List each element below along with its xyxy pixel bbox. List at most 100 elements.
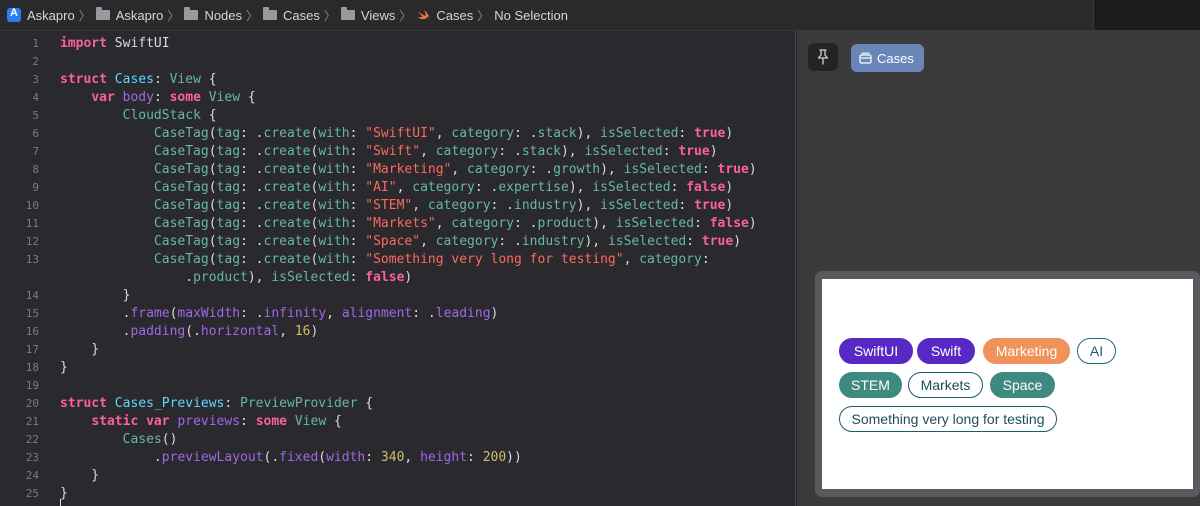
- code-token: "Space": [365, 234, 421, 249]
- code-line[interactable]: 14 }: [0, 287, 796, 305]
- case-tag-ai[interactable]: AI: [1077, 338, 1116, 364]
- code-token: create: [263, 216, 311, 231]
- code-line[interactable]: 10 CaseTag(tag: .create(with: "STEM", ca…: [0, 197, 796, 215]
- case-tag-swiftui[interactable]: SwiftUI: [839, 338, 913, 364]
- code-line[interactable]: 19: [0, 377, 796, 395]
- code-token: ): [709, 144, 718, 159]
- code-line[interactable]: 13 CaseTag(tag: .create(with: "Something…: [0, 251, 796, 269]
- code-line[interactable]: 1 import SwiftUI: [0, 35, 796, 53]
- line-number: 13: [25, 253, 39, 266]
- code-line[interactable]: 7 CaseTag(tag: .create(with: "Swift", ca…: [0, 143, 796, 161]
- case-tag-marketing[interactable]: Marketing: [983, 338, 1070, 364]
- code-line[interactable]: 5 CloudStack {: [0, 107, 796, 125]
- code-line[interactable]: 17 }: [0, 341, 796, 359]
- line-number: 23: [25, 451, 39, 464]
- code-line[interactable]: 18}: [0, 359, 796, 377]
- code-line[interactable]: 22 Cases(): [0, 431, 796, 449]
- code-token: tag: [216, 162, 241, 177]
- case-tag-space[interactable]: Space: [990, 372, 1055, 398]
- xcode-window: Askapro 〉 Askapro 〉 Nodes 〉 Cases 〉 View…: [0, 0, 1200, 506]
- breadcrumb-item-folder-askapro[interactable]: Askapro: [95, 7, 164, 23]
- code-token: false: [686, 180, 726, 195]
- case-tag-label: STEM: [851, 377, 890, 393]
- code-token: isSelected: [607, 234, 687, 249]
- code-line[interactable]: 24 }: [0, 467, 796, 485]
- code-token: true: [701, 234, 734, 249]
- code-token: static: [91, 414, 139, 429]
- code-token: import: [60, 36, 107, 51]
- code-token: : .: [514, 216, 538, 231]
- code-line[interactable]: 11 CaseTag(tag: .create(with: "Markets",…: [0, 215, 796, 233]
- chevron-right-icon: 〉: [477, 8, 490, 23]
- case-tag-something-very-long[interactable]: Something very long for testing: [839, 406, 1057, 432]
- code-text: .padding(.horizontal, 16): [60, 323, 319, 341]
- code-token: ,: [623, 252, 640, 267]
- code-line[interactable]: 8 CaseTag(tag: .create(with: "Marketing"…: [0, 161, 796, 179]
- code-line[interactable]: 16 .padding(.horizontal, 16): [0, 323, 796, 341]
- code-line[interactable]: 12 CaseTag(tag: .create(with: "Space", c…: [0, 233, 796, 251]
- preview-selector-button[interactable]: Cases: [851, 44, 924, 72]
- code-token: "Swift": [365, 144, 421, 159]
- code-line[interactable]: 25}: [0, 485, 796, 503]
- breadcrumb-label: Askapro: [115, 7, 164, 23]
- code-token: 16: [294, 324, 311, 339]
- code-text: CaseTag(tag: .create(with: "Markets", ca…: [60, 215, 757, 233]
- code-token: ): [725, 198, 734, 213]
- breadcrumb-item-file-cases[interactable]: Cases: [416, 8, 473, 23]
- code-token: ,: [404, 450, 421, 465]
- code-line[interactable]: 21 static var previews: some View {: [0, 413, 796, 431]
- case-tag-stem[interactable]: STEM: [839, 372, 902, 398]
- line-number: 18: [25, 361, 39, 374]
- code-token: (.: [263, 450, 280, 465]
- code-line[interactable]: 2: [0, 53, 796, 71]
- code-token: true: [694, 198, 726, 213]
- code-token: category: [427, 198, 491, 213]
- code-line[interactable]: 15 .frame(maxWidth: .infinity, alignment…: [0, 305, 796, 323]
- code-line[interactable]: 20 struct Cases_Previews: PreviewProvider…: [0, 395, 796, 413]
- code-token: :: [349, 126, 366, 141]
- code-token: ): [748, 216, 757, 231]
- breadcrumb-item-no-selection[interactable]: No Selection: [494, 8, 568, 23]
- code-token: false: [365, 270, 405, 285]
- text-cursor: [60, 499, 61, 506]
- code-line[interactable]: 6 CaseTag(tag: .create(with: "SwiftUI", …: [0, 125, 796, 143]
- breadcrumb-item-folder-cases[interactable]: Cases: [263, 7, 320, 23]
- code-editor[interactable]: 1 import SwiftUI 2 3 struct Cases: View {4 v…: [0, 31, 796, 506]
- code-line[interactable]: 9 CaseTag(tag: .create(with: "AI", categ…: [0, 179, 796, 197]
- code-token: :: [701, 162, 718, 177]
- code-line[interactable]: 3 struct Cases: View {: [0, 71, 796, 89]
- code-token: 200: [482, 450, 507, 465]
- code-token: .: [60, 450, 162, 465]
- case-tag-swift[interactable]: Swift: [917, 338, 975, 364]
- line-number: 20: [25, 397, 39, 410]
- code-token: ,: [420, 144, 436, 159]
- case-tag-label: SwiftUI: [853, 343, 899, 359]
- code-token: product: [537, 216, 593, 231]
- code-line[interactable]: .product), isSelected: false): [0, 269, 796, 287]
- preview-content: SwiftUI Swift Marketing AI STEM Markets: [822, 279, 1193, 489]
- code-token: stack: [521, 144, 561, 159]
- breadcrumb-item-project[interactable]: Askapro: [7, 7, 75, 23]
- code-token: isSelected: [600, 198, 679, 213]
- code-line[interactable]: 4 var body: some View {: [0, 89, 796, 107]
- code-token: tag: [216, 180, 241, 195]
- breadcrumb-label: Cases: [283, 7, 320, 23]
- case-tag-label: AI: [1089, 343, 1104, 359]
- case-tag-markets[interactable]: Markets: [908, 372, 983, 398]
- code-token: :: [349, 234, 366, 249]
- code-token: expertise: [498, 180, 569, 195]
- code-token: {: [240, 90, 256, 105]
- code-token: }: [60, 468, 100, 483]
- code-token: isSelected: [600, 126, 679, 141]
- code-token: false: [709, 216, 749, 231]
- code-token: true: [694, 126, 726, 141]
- code-token: : .: [240, 216, 264, 231]
- code-text: CaseTag(tag: .create(with: "STEM", categ…: [60, 197, 733, 215]
- breadcrumb-item-folder-views[interactable]: Views: [340, 7, 395, 23]
- code-line[interactable]: 23 .previewLayout(.fixed(width: 340, hei…: [0, 449, 796, 467]
- breadcrumb-item-folder-nodes[interactable]: Nodes: [184, 7, 242, 23]
- pin-preview-button[interactable]: [808, 43, 838, 71]
